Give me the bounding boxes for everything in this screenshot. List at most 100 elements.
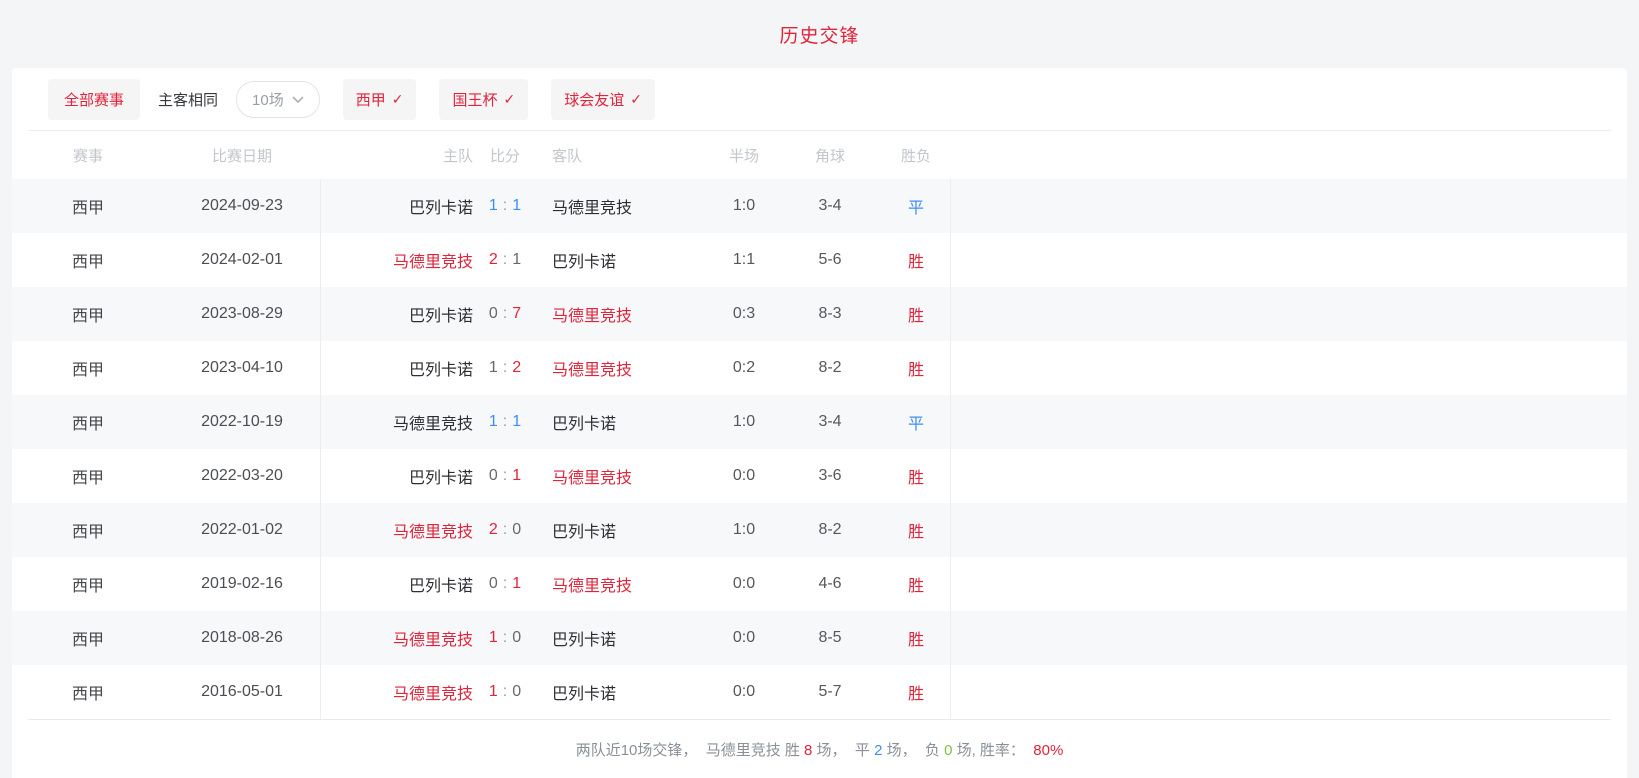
cell-corners: 3-6: [778, 449, 882, 503]
cell-half-score: 0:0: [710, 665, 778, 719]
cell-corners: 8-3: [778, 287, 882, 341]
table-header: 赛事 比赛日期 主队 比分 客队 半场 角球 胜负: [12, 131, 1627, 179]
cell-home-team: 马德里竞技: [320, 503, 478, 557]
cell-spacer: [950, 179, 1627, 233]
cell-corners: 5-7: [778, 665, 882, 719]
table-row: 西甲 2022-03-20 巴列卡诺 0:1 马德里竞技 0:0 3-6 胜: [12, 449, 1627, 503]
home-team-name: 马德里竞技: [393, 626, 473, 650]
cell-spacer: [950, 611, 1627, 665]
cell-spacer: [950, 287, 1627, 341]
competition-label: 球会友谊: [564, 89, 624, 110]
cell-date: 2024-02-01: [164, 233, 320, 287]
table-body: 西甲 2024-09-23 巴列卡诺 1:1 马德里竞技 1:0 3-4 平 西…: [12, 179, 1627, 719]
cell-away-team: 巴列卡诺: [532, 233, 710, 287]
title-bar: 历史交锋: [0, 0, 1639, 68]
competition-filter-club-friendly[interactable]: 球会友谊 ✓: [551, 79, 655, 120]
cell-date: 2016-05-01: [164, 665, 320, 719]
cell-half-score: 0:0: [710, 557, 778, 611]
summary-segment: 80%: [1033, 742, 1063, 759]
home-team-name: 巴列卡诺: [409, 302, 473, 326]
home-score: 1: [489, 359, 498, 377]
table-row: 西甲 2019-02-16 巴列卡诺 0:1 马德里竞技 0:0 4-6 胜: [12, 557, 1627, 611]
cell-corners: 8-5: [778, 611, 882, 665]
cell-half-score: 1:1: [710, 233, 778, 287]
cell-date: 2023-08-29: [164, 287, 320, 341]
header-cell-away-team: 客队: [532, 131, 710, 179]
cell-score: 1:1: [478, 179, 532, 233]
cell-spacer: [950, 341, 1627, 395]
cell-home-team: 巴列卡诺: [320, 179, 478, 233]
cell-league: 西甲: [12, 233, 164, 287]
competition-filter-laliga[interactable]: 西甲 ✓: [343, 79, 417, 120]
score-separator: :: [503, 305, 507, 323]
table-row: 西甲 2024-02-01 马德里竞技 2:1 巴列卡诺 1:1 5-6 胜: [12, 233, 1627, 287]
cell-league: 西甲: [12, 449, 164, 503]
away-team-name: 巴列卡诺: [552, 410, 616, 434]
table-row: 西甲 2024-09-23 巴列卡诺 1:1 马德里竞技 1:0 3-4 平: [12, 179, 1627, 233]
cell-score: 0:1: [478, 557, 532, 611]
cell-score: 0:1: [478, 449, 532, 503]
cell-away-team: 巴列卡诺: [532, 665, 710, 719]
cell-league: 西甲: [12, 665, 164, 719]
cell-away-team: 马德里竞技: [532, 287, 710, 341]
summary-segment: 场， 负: [882, 742, 944, 759]
history-panel: 全部赛事 主客相同 10场 西甲 ✓ 国王杯 ✓ 球会友谊 ✓ 赛事 比赛日期 …: [12, 68, 1627, 778]
all-competitions-button[interactable]: 全部赛事: [48, 79, 140, 120]
cell-result: 胜: [882, 557, 950, 611]
home-score: 1: [489, 197, 498, 215]
summary-segment: 场, 胜率：: [952, 742, 1033, 759]
header-cell-score: 比分: [478, 131, 532, 179]
table-row: 西甲 2023-08-29 巴列卡诺 0:7 马德里竞技 0:3 8-3 胜: [12, 287, 1627, 341]
venue-filter-label: 主客相同: [158, 89, 218, 110]
cell-spacer: [950, 503, 1627, 557]
cell-score: 2:1: [478, 233, 532, 287]
header-cell-half-score: 半场: [710, 131, 778, 179]
cell-spacer: [950, 233, 1627, 287]
cell-half-score: 0:0: [710, 611, 778, 665]
cell-result: 平: [882, 179, 950, 233]
cell-date: 2019-02-16: [164, 557, 320, 611]
competition-label: 西甲: [356, 89, 386, 110]
cell-result: 胜: [882, 503, 950, 557]
home-team-name: 马德里竞技: [393, 680, 473, 704]
away-score: 1: [512, 413, 521, 431]
check-icon: ✓: [503, 91, 515, 108]
away-score: 0: [512, 629, 521, 647]
filter-bar: 全部赛事 主客相同 10场 西甲 ✓ 国王杯 ✓ 球会友谊 ✓: [12, 68, 1627, 130]
cell-home-team: 马德里竞技: [320, 611, 478, 665]
away-score: 0: [512, 683, 521, 701]
match-count-select[interactable]: 10场: [236, 81, 320, 118]
cell-home-team: 马德里竞技: [320, 233, 478, 287]
away-score: 2: [512, 359, 521, 377]
cell-away-team: 马德里竞技: [532, 449, 710, 503]
cell-away-team: 巴列卡诺: [532, 395, 710, 449]
cell-date: 2023-04-10: [164, 341, 320, 395]
home-team-name: 巴列卡诺: [409, 464, 473, 488]
score-separator: :: [503, 629, 507, 647]
cell-away-team: 马德里竞技: [532, 341, 710, 395]
score-separator: :: [503, 197, 507, 215]
competition-filter-copa-del-rey[interactable]: 国王杯 ✓: [439, 79, 528, 120]
cell-result: 平: [882, 395, 950, 449]
cell-date: 2018-08-26: [164, 611, 320, 665]
cell-spacer: [950, 449, 1627, 503]
cell-score: 1:0: [478, 611, 532, 665]
cell-league: 西甲: [12, 557, 164, 611]
table-row: 西甲 2016-05-01 马德里竞技 1:0 巴列卡诺 0:0 5-7 胜: [12, 665, 1627, 719]
table-row: 西甲 2022-01-02 马德里竞技 2:0 巴列卡诺 1:0 8-2 胜: [12, 503, 1627, 557]
check-icon: ✓: [630, 91, 642, 108]
home-team-name: 巴列卡诺: [409, 572, 473, 596]
cell-league: 西甲: [12, 395, 164, 449]
home-score: 1: [489, 413, 498, 431]
header-cell-corners: 角球: [778, 131, 882, 179]
cell-league: 西甲: [12, 179, 164, 233]
away-team-name: 马德里竞技: [552, 464, 632, 488]
cell-corners: 8-2: [778, 341, 882, 395]
cell-half-score: 1:0: [710, 503, 778, 557]
cell-result: 胜: [882, 233, 950, 287]
cell-league: 西甲: [12, 287, 164, 341]
home-score: 0: [489, 467, 498, 485]
away-score: 0: [512, 521, 521, 539]
cell-date: 2024-09-23: [164, 179, 320, 233]
check-icon: ✓: [392, 91, 404, 108]
